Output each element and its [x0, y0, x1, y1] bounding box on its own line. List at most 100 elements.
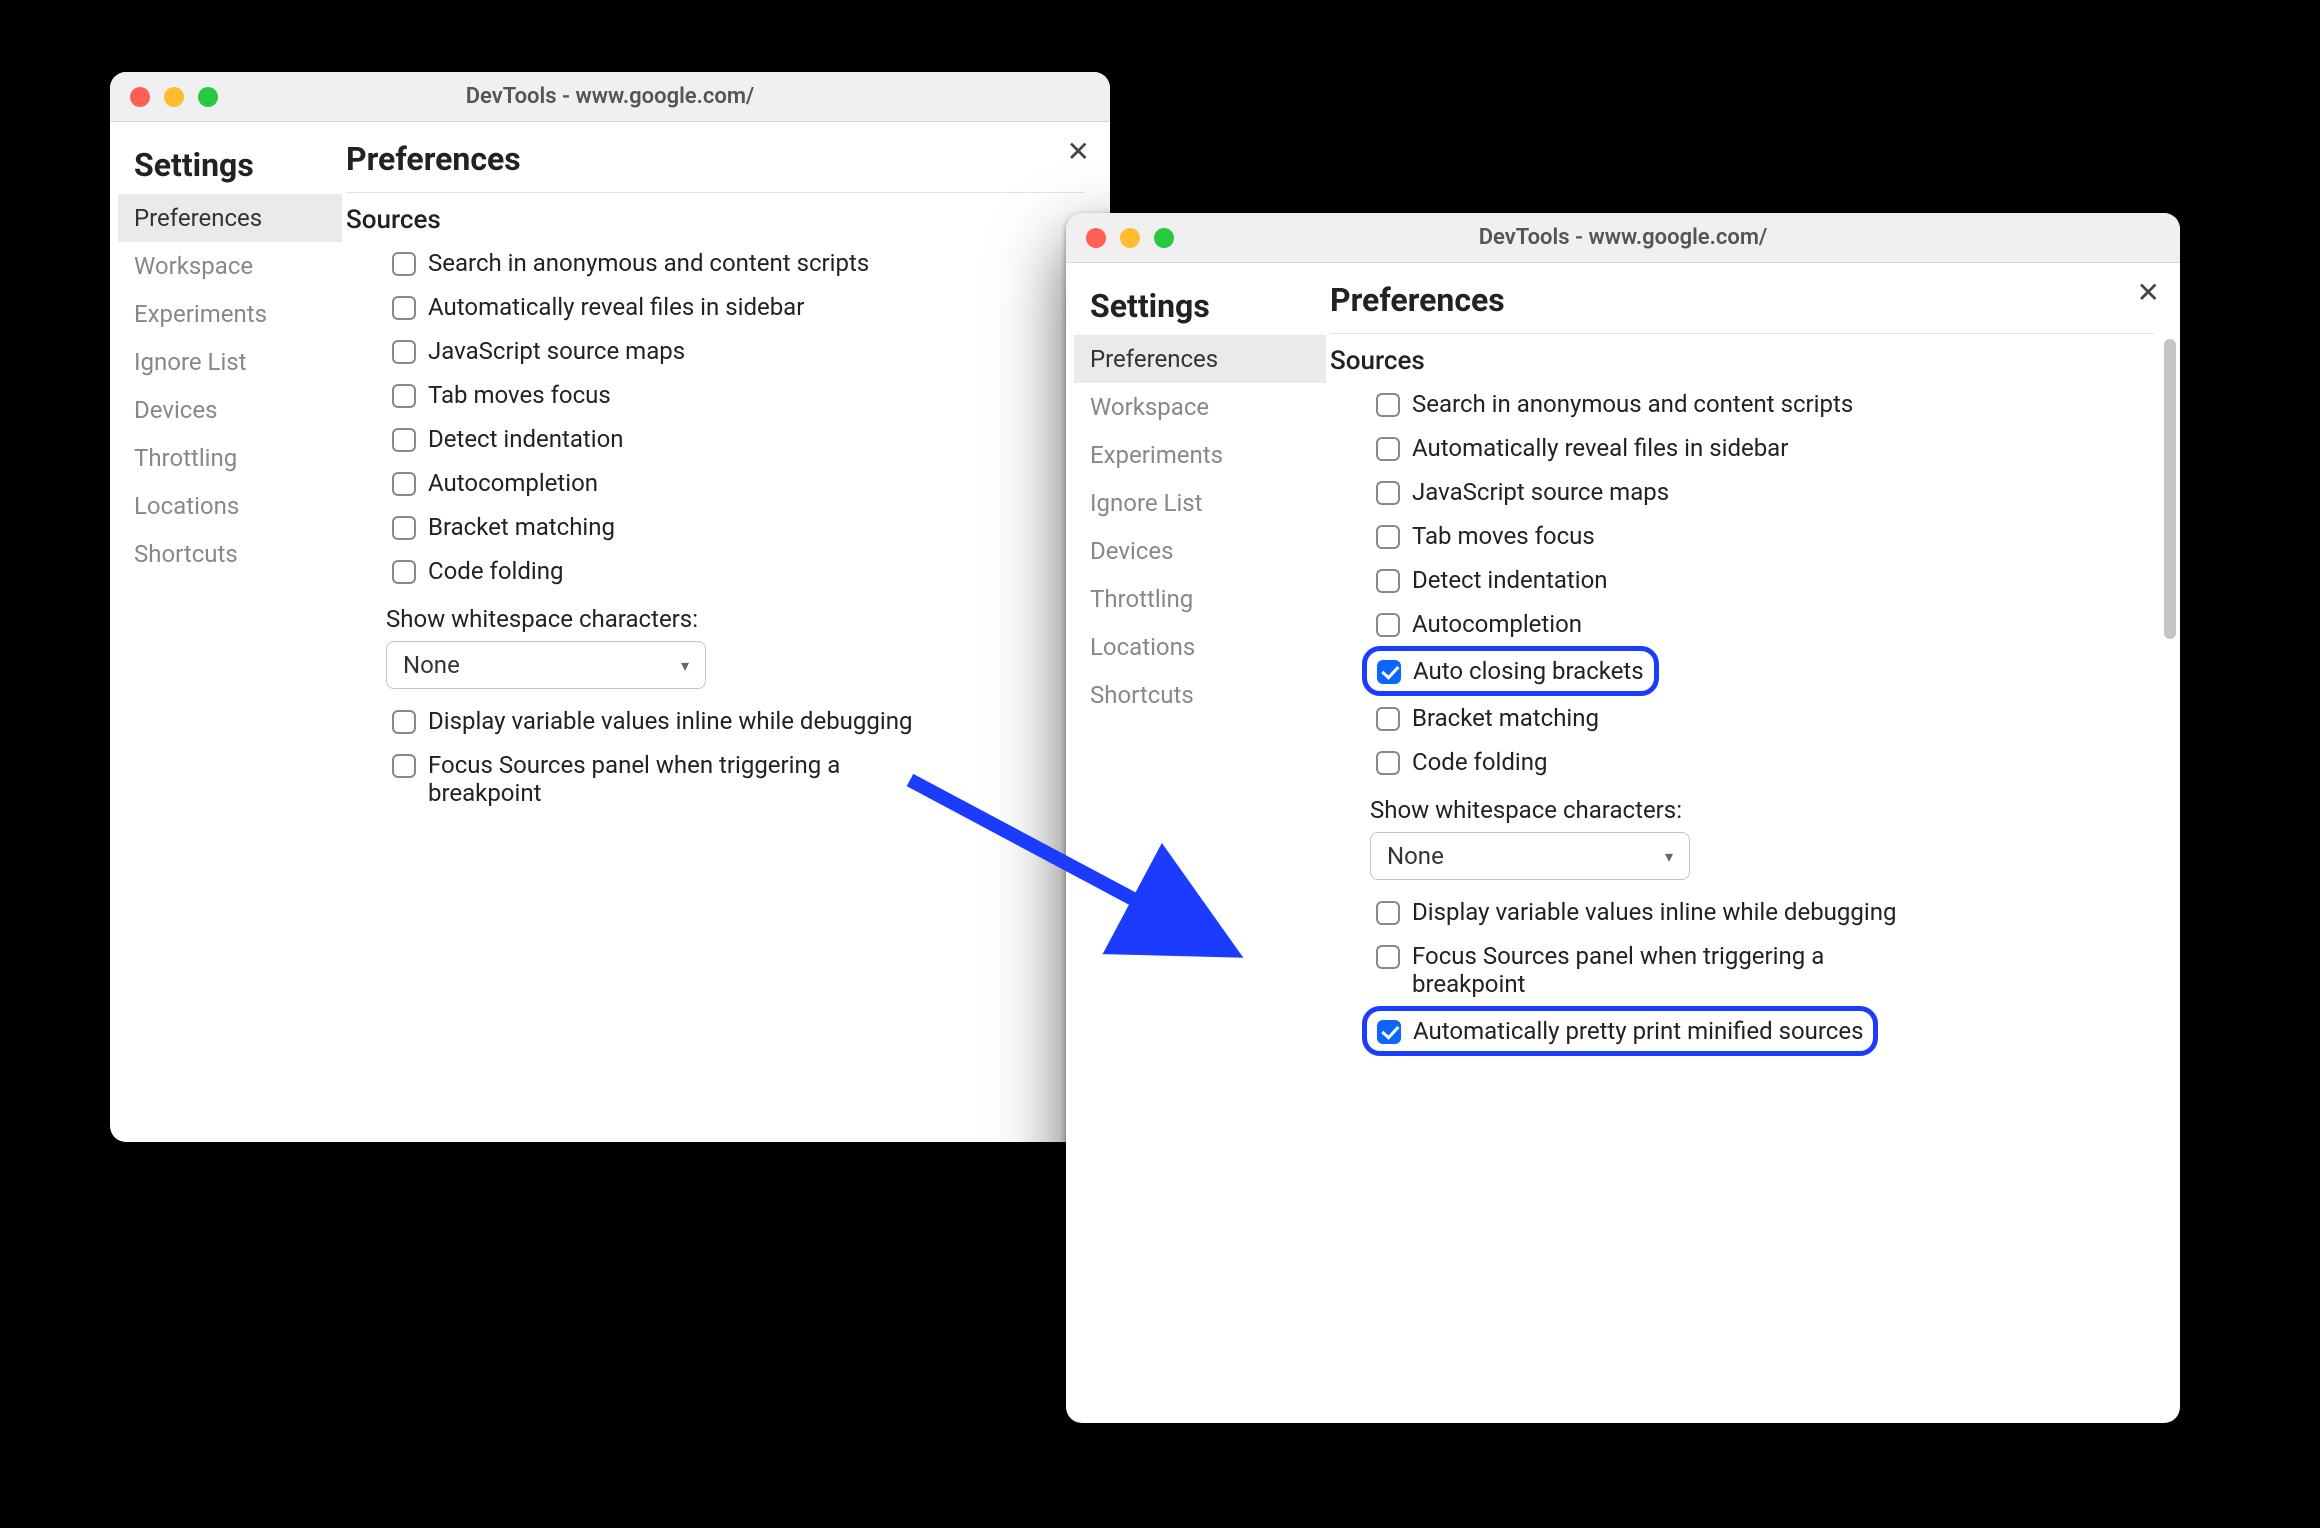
window-maximize-button[interactable]	[198, 87, 218, 107]
settings-heading: Settings	[1074, 283, 1326, 335]
option-label: JavaScript source maps	[428, 337, 685, 365]
sidebar-item-throttling[interactable]: Throttling	[1074, 575, 1326, 623]
sidebar-item-preferences[interactable]: Preferences	[1074, 335, 1326, 383]
checkbox[interactable]	[1376, 901, 1400, 925]
window-title: DevTools - www.google.com/	[1066, 225, 2180, 250]
whitespace-selected-value: None	[1387, 842, 1444, 870]
option-javascript-source-maps[interactable]: JavaScript source maps	[386, 329, 1090, 373]
sidebar-item-experiments[interactable]: Experiments	[1074, 431, 1326, 479]
checkbox[interactable]	[392, 252, 416, 276]
option-tab-moves-focus[interactable]: Tab moves focus	[386, 373, 1090, 417]
checkbox[interactable]	[1377, 660, 1401, 684]
sidebar-item-devices[interactable]: Devices	[118, 386, 342, 434]
option-label: Code folding	[428, 557, 564, 585]
option-label: Bracket matching	[428, 513, 615, 541]
option-display-variable-values-inline-while-debugging[interactable]: Display variable values inline while deb…	[1370, 890, 2160, 934]
titlebar: DevTools - www.google.com/	[110, 72, 1110, 122]
sidebar-item-locations[interactable]: Locations	[1074, 623, 1326, 671]
option-code-folding[interactable]: Code folding	[386, 549, 1090, 593]
preferences-heading: Preferences	[346, 140, 1084, 193]
chevron-down-icon: ▾	[1665, 847, 1673, 866]
option-label: Tab moves focus	[428, 381, 611, 409]
window-close-button[interactable]	[130, 87, 150, 107]
titlebar: DevTools - www.google.com/	[1066, 213, 2180, 263]
option-label: Search in anonymous and content scripts	[1412, 390, 1853, 418]
option-label: Autocompletion	[1412, 610, 1582, 638]
scrollbar[interactable]	[2164, 339, 2176, 1403]
option-label: JavaScript source maps	[1412, 478, 1669, 506]
option-automatically-reveal-files-in-sidebar[interactable]: Automatically reveal files in sidebar	[386, 285, 1090, 329]
preferences-heading: Preferences	[1330, 281, 2154, 334]
checkbox[interactable]	[1376, 613, 1400, 637]
window-body: ✕ Settings PreferencesWorkspaceExperimen…	[1066, 263, 2180, 1423]
option-detect-indentation[interactable]: Detect indentation	[386, 417, 1090, 461]
option-focus-sources-panel-when-triggering-a-breakpoint[interactable]: Focus Sources panel when triggering a br…	[386, 743, 1090, 815]
option-label: Detect indentation	[428, 425, 624, 453]
checkbox[interactable]	[1376, 569, 1400, 593]
option-label: Auto closing brackets	[1413, 657, 1644, 685]
whitespace-label: Show whitespace characters:	[1370, 784, 2160, 832]
option-tab-moves-focus[interactable]: Tab moves focus	[1370, 514, 2160, 558]
checkbox[interactable]	[392, 384, 416, 408]
whitespace-selected-value: None	[403, 651, 460, 679]
sidebar-item-shortcuts[interactable]: Shortcuts	[118, 530, 342, 578]
traffic-lights	[1086, 228, 1174, 248]
checkbox[interactable]	[392, 710, 416, 734]
sidebar-item-workspace[interactable]: Workspace	[118, 242, 342, 290]
option-detect-indentation[interactable]: Detect indentation	[1370, 558, 2160, 602]
checkbox[interactable]	[1376, 707, 1400, 731]
option-javascript-source-maps[interactable]: JavaScript source maps	[1370, 470, 2160, 514]
option-automatically-reveal-files-in-sidebar[interactable]: Automatically reveal files in sidebar	[1370, 426, 2160, 470]
checkbox[interactable]	[392, 340, 416, 364]
checkbox[interactable]	[1377, 1020, 1401, 1044]
settings-heading: Settings	[118, 142, 342, 194]
checkbox[interactable]	[1376, 945, 1400, 969]
whitespace-select[interactable]: None▾	[386, 641, 706, 689]
window-title: DevTools - www.google.com/	[110, 84, 1110, 109]
window-maximize-button[interactable]	[1154, 228, 1174, 248]
option-code-folding[interactable]: Code folding	[1370, 740, 2160, 784]
whitespace-label: Show whitespace characters:	[386, 593, 1090, 641]
option-bracket-matching[interactable]: Bracket matching	[1370, 696, 2160, 740]
option-focus-sources-panel-when-triggering-a-breakpoint[interactable]: Focus Sources panel when triggering a br…	[1370, 934, 2160, 1006]
sidebar-item-ignore-list[interactable]: Ignore List	[1074, 479, 1326, 527]
window-minimize-button[interactable]	[1120, 228, 1140, 248]
option-label: Search in anonymous and content scripts	[428, 249, 869, 277]
checkbox[interactable]	[392, 296, 416, 320]
option-autocompletion[interactable]: Autocompletion	[1370, 602, 2160, 646]
option-automatically-pretty-print-minified-sources[interactable]: Automatically pretty print minified sour…	[1362, 1006, 1878, 1056]
window-close-button[interactable]	[1086, 228, 1106, 248]
option-auto-closing-brackets[interactable]: Auto closing brackets	[1362, 646, 1659, 696]
checkbox[interactable]	[392, 560, 416, 584]
option-display-variable-values-inline-while-debugging[interactable]: Display variable values inline while deb…	[386, 699, 1090, 743]
option-bracket-matching[interactable]: Bracket matching	[386, 505, 1090, 549]
whitespace-select[interactable]: None ▾	[1370, 832, 1690, 880]
checkbox[interactable]	[1376, 751, 1400, 775]
window-right: DevTools - www.google.com/ ✕ Settings Pr…	[1066, 213, 2180, 1423]
checkbox[interactable]	[392, 472, 416, 496]
sidebar-item-shortcuts[interactable]: Shortcuts	[1074, 671, 1326, 719]
checkbox[interactable]	[1376, 437, 1400, 461]
option-label: Detect indentation	[1412, 566, 1608, 594]
checkbox[interactable]	[1376, 481, 1400, 505]
settings-main: Preferences Sources Search in anonymous …	[342, 128, 1110, 1142]
settings-sidebar: Settings PreferencesWorkspaceExperiments…	[110, 128, 342, 1142]
checkbox[interactable]	[392, 754, 416, 778]
window-minimize-button[interactable]	[164, 87, 184, 107]
settings-content: Settings PreferencesWorkspaceExperiments…	[110, 122, 1110, 1142]
option-search-in-anonymous-and-content-scripts[interactable]: Search in anonymous and content scripts	[1370, 382, 2160, 426]
sidebar-item-ignore-list[interactable]: Ignore List	[118, 338, 342, 386]
option-autocompletion[interactable]: Autocompletion	[386, 461, 1090, 505]
checkbox[interactable]	[1376, 525, 1400, 549]
sidebar-item-workspace[interactable]: Workspace	[1074, 383, 1326, 431]
scrollbar-thumb[interactable]	[2164, 339, 2176, 639]
sidebar-item-devices[interactable]: Devices	[1074, 527, 1326, 575]
sidebar-item-preferences[interactable]: Preferences	[118, 194, 342, 242]
option-search-in-anonymous-and-content-scripts[interactable]: Search in anonymous and content scripts	[386, 241, 1090, 285]
sidebar-item-throttling[interactable]: Throttling	[118, 434, 342, 482]
sidebar-item-locations[interactable]: Locations	[118, 482, 342, 530]
checkbox[interactable]	[392, 516, 416, 540]
sidebar-item-experiments[interactable]: Experiments	[118, 290, 342, 338]
checkbox[interactable]	[392, 428, 416, 452]
checkbox[interactable]	[1376, 393, 1400, 417]
